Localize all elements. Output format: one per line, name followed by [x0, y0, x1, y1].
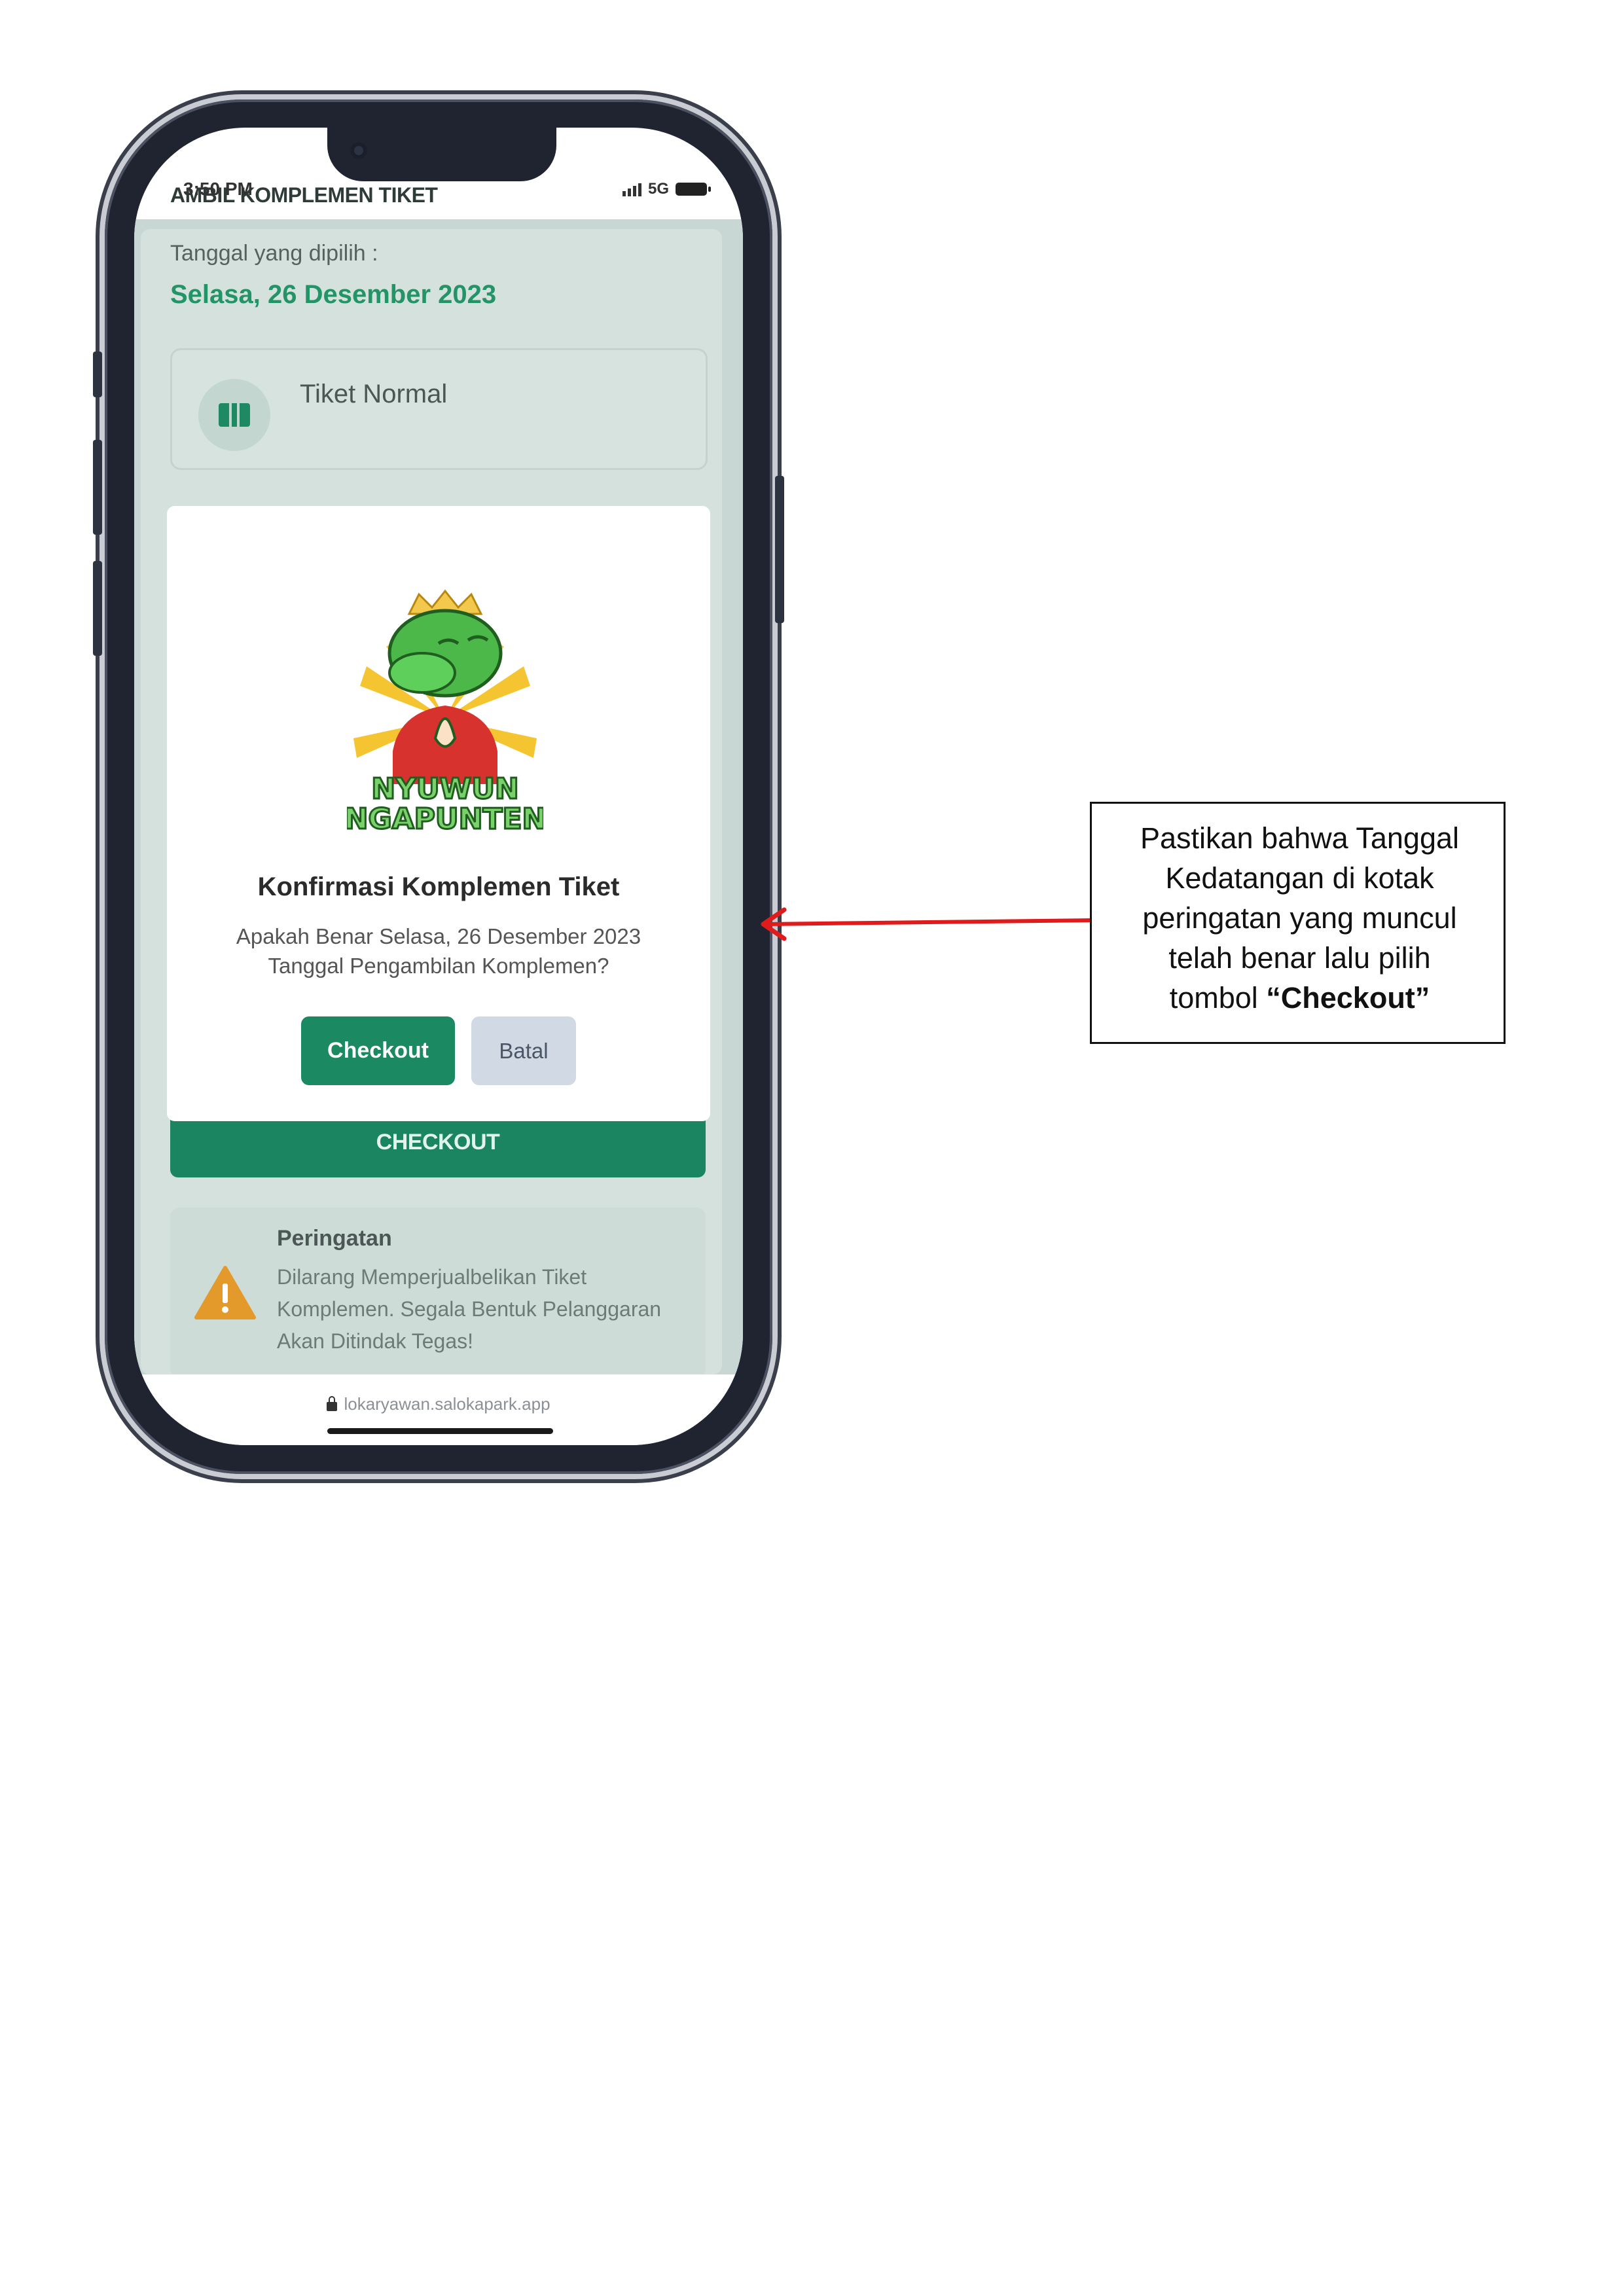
- modal-message: Apakah Benar Selasa, 26 Desember 2023 Ta…: [200, 922, 677, 980]
- modal-cancel-button[interactable]: Batal: [471, 1016, 576, 1085]
- warning-icon: [194, 1266, 256, 1319]
- instruction-callout: Pastikan bahwa Tanggal Kedatangan di kot…: [1090, 802, 1506, 1044]
- network-label: 5G: [647, 180, 669, 198]
- status-indicators: 5G: [622, 180, 711, 198]
- lock-icon: [327, 1395, 338, 1411]
- instruction-line-5: tombol “Checkout”: [1118, 978, 1481, 1018]
- browser-address-bar: lokaryawan.salokapark.app: [134, 1374, 743, 1445]
- instruction-line-2: Kedatangan di kotak: [1165, 861, 1434, 895]
- warning-text: Dilarang Memperjualbelikan Tiket Komplem…: [277, 1265, 662, 1353]
- phone-volume-up-button: [93, 440, 102, 535]
- mascot-caption-line2: NGAPUNTEN: [347, 802, 543, 833]
- annotation-arrow: [761, 907, 1092, 941]
- warning-box: Peringatan Dilarang Memperjualbelikan Ti…: [170, 1208, 706, 1378]
- modal-message-line1: Apakah Benar Selasa, 26 Desember 2023: [236, 924, 641, 948]
- instruction-line-1: Pastikan bahwa Tanggal: [1140, 821, 1460, 855]
- home-indicator[interactable]: [327, 1428, 553, 1434]
- instruction-line-5-prefix: tombol: [1169, 981, 1267, 1014]
- url-text: lokaryawan.salokapark.app: [344, 1394, 550, 1414]
- instruction-line-3: peringatan yang muncul: [1142, 901, 1457, 935]
- url-display[interactable]: lokaryawan.salokapark.app: [134, 1394, 743, 1414]
- phone-screen: 3:50 PM 5G AMBIL KOMPLEMEN TIKET Tanggal…: [134, 128, 743, 1445]
- mascot-illustration: NYUWUN NGAPUNTEN: [347, 589, 543, 833]
- phone-power-button: [775, 476, 784, 623]
- ticket-name: Tiket Normal: [300, 380, 448, 408]
- phone-frame: 3:50 PM 5G AMBIL KOMPLEMEN TIKET Tanggal…: [93, 99, 784, 1474]
- instruction-line-4: telah benar lalu pilih: [1168, 941, 1431, 975]
- date-label: Tanggal yang dipilih :: [170, 241, 378, 266]
- signal-icon: [622, 182, 641, 196]
- phone-volume-down-button: [93, 561, 102, 656]
- date-value: Selasa, 26 Desember 2023: [170, 280, 497, 309]
- instruction-line-5-bold: “Checkout”: [1266, 981, 1430, 1014]
- warning-title: Peringatan: [277, 1226, 392, 1251]
- mascot-caption-line1: NYUWUN: [371, 772, 519, 806]
- instruction-text: Pastikan bahwa Tanggal Kedatangan di kot…: [1118, 818, 1481, 1018]
- confirmation-modal: NYUWUN NGAPUNTEN Konfirmasi Komplemen Ti…: [167, 506, 710, 1121]
- modal-checkout-button[interactable]: Checkout: [301, 1016, 455, 1085]
- modal-title: Konfirmasi Komplemen Tiket: [257, 872, 620, 901]
- modal-message-line2: Tanggal Pengambilan Komplemen?: [268, 954, 609, 978]
- status-time: 3:50 PM: [183, 179, 253, 199]
- ticket-icon: [198, 379, 270, 451]
- camera-icon: [350, 142, 367, 159]
- ticket-option-card[interactable]: Tiket Normal: [170, 348, 708, 470]
- phone-mute-switch: [93, 351, 102, 397]
- battery-icon: [676, 183, 711, 196]
